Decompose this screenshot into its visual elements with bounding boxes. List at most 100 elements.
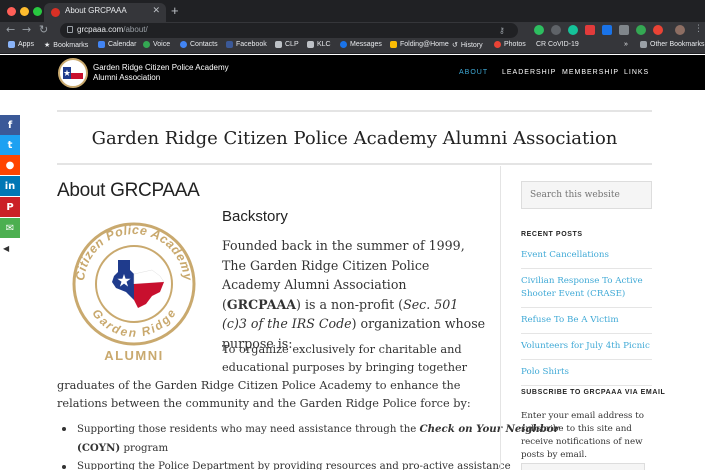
email-field[interactable] [521,463,645,470]
bookmark-folding[interactable]: Folding@Home [390,41,449,48]
browser-menu-icon[interactable]: ⋮ [694,24,703,34]
list-item: Supporting those residents who may need … [57,420,559,458]
section-heading-backstory: Backstory [222,208,288,225]
browser-tab[interactable]: About GRCPAAA ✕ [44,3,166,22]
bookmark-contacts[interactable]: Contacts [180,41,218,48]
linkedin-icon: in [4,180,16,192]
history-icon: ↺ [452,42,458,49]
recent-post-link[interactable]: Event Cancellations [521,249,652,269]
grammarly-extension-icon[interactable] [568,25,578,35]
share-facebook-button[interactable]: f [0,115,20,135]
facebook-icon [226,41,233,48]
share-reddit-button[interactable]: ● [0,155,20,175]
email-icon: ✉ [5,222,15,234]
reload-icon[interactable]: ↻ [39,23,48,36]
nav-leadership[interactable]: LEADERSHIP [502,69,556,76]
bookmark-covid[interactable]: CR CoVID-19 [536,41,579,48]
lock-icon [67,26,73,33]
site-name-line2: Alumni Association [93,73,161,82]
extension-icon[interactable] [619,25,629,35]
bookmark-facebook[interactable]: Facebook [226,41,267,48]
tab-title: About GRCPAAA [65,6,127,15]
bookmark-calendar[interactable]: Calendar [98,41,136,48]
list-item: Supporting the Police Department by prov… [57,458,511,470]
adblock-extension-icon[interactable] [585,25,595,35]
share-email-button[interactable]: ✉ [0,218,20,238]
voice-icon [143,41,150,48]
browser-tab-bar: About GRCPAAA ✕ + [0,0,705,22]
title-rule-bottom [57,163,652,165]
site-header: Garden Ridge Citizen Police Academy Alum… [0,55,705,90]
minimize-window-button[interactable] [20,7,29,16]
bookmark-messages[interactable]: Messages [340,41,382,48]
site-name[interactable]: Garden Ridge Citizen Police Academy Alum… [93,63,229,83]
messages-icon [340,41,347,48]
page-title: Garden Ridge Citizen Police Academy Alum… [91,128,618,149]
recent-posts-title: RECENT POSTS [521,231,583,238]
bookmark-clp[interactable]: CLP [275,41,299,48]
subscribe-description: Enter your email address to subscribe to… [521,411,645,460]
browser-toolbar: ← → ↻ grcpaaa.com/about/ [0,22,705,39]
site-name-line1: Garden Ridge Citizen Police Academy [93,63,229,72]
address-bar[interactable]: grcpaaa.com/about/ [60,23,518,38]
subscribe-title: SUBSCRIBE TO GRCPAAA VIA EMAIL [521,389,666,396]
bookmark-bookmarks[interactable]: ★ Bookmarks [44,41,88,50]
bookmark-photos[interactable]: Photos [494,41,526,48]
share-pinterest-button[interactable]: P [0,197,20,217]
twitter-icon: t [7,139,13,151]
recent-post-link[interactable]: Polo Shirts [521,366,652,386]
hide-share-bar-icon[interactable]: ◀ [3,244,9,253]
more-bookmarks-icon[interactable]: » [624,41,628,48]
purpose-paragraph-start: To organize exclusively for charitable a… [222,343,468,374]
evernote-extension-icon[interactable] [534,25,544,35]
notification-extension-icon[interactable] [653,25,663,35]
share-twitter-button[interactable]: t [0,135,20,155]
title-rule-top [57,110,652,112]
bookmark-klc[interactable]: KLC [307,41,331,48]
nav-links[interactable]: LINKS [624,69,649,76]
folder-icon [640,41,647,48]
texas-star-icon [63,67,83,79]
bookmarks-bar: Apps ★ Bookmarks Calendar Voice Contacts … [0,39,705,54]
facebook-icon: f [7,119,13,131]
clp-icon [275,41,282,48]
sidebar-divider [500,166,501,470]
pinterest-icon: P [6,201,14,213]
extension-icon[interactable] [551,25,561,35]
bookmark-apps[interactable]: Apps [8,41,34,48]
calendar-icon [98,41,105,48]
bookmark-history[interactable]: ↺ History [452,41,483,50]
address-url: grcpaaa.com/about/ [77,25,148,34]
extension-icon[interactable] [602,25,612,35]
reddit-icon: ● [5,159,15,171]
nav-about[interactable]: ABOUT [459,69,488,76]
new-tab-icon[interactable]: + [171,3,179,18]
extension-icon[interactable] [636,25,646,35]
bookmark-voice[interactable]: Voice [143,41,170,48]
close-window-button[interactable] [7,7,16,16]
back-icon[interactable]: ← [6,23,15,36]
profile-avatar[interactable] [675,25,685,35]
recent-posts-list: Event Cancellations Civilian Response To… [521,249,652,392]
search-input[interactable] [521,181,652,209]
purpose-list: Supporting those residents who may need … [57,420,559,470]
recent-post-link[interactable]: Volunteers for July 4th Picnic [521,340,652,360]
purpose-paragraph-end: graduates of the Garden Ridge Citizen Po… [57,379,471,410]
svg-text:ALUMNI: ALUMNI [104,348,164,363]
close-tab-icon[interactable]: ✕ [152,5,160,16]
alumni-seal-logo: Citizen Police Academy Garden Ridge ALUM… [72,222,196,363]
nav-membership[interactable]: MEMBERSHIP [562,69,619,76]
site-logo[interactable] [58,58,88,88]
contacts-icon [180,41,187,48]
intro-paragraph: Founded back in the summer of 1999, The … [222,238,486,351]
apps-grid-icon [8,41,15,48]
recent-post-link[interactable]: Civilian Response To Active Shooter Even… [521,275,652,308]
photos-icon [494,41,501,48]
bookmark-other[interactable]: Other Bookmarks [640,41,704,48]
forward-icon[interactable]: → [22,23,31,36]
recent-post-link[interactable]: Refuse To Be A Victim [521,314,652,334]
share-linkedin-button[interactable]: in [0,176,20,196]
klc-icon [307,41,314,48]
key-icon[interactable]: ⚷ [499,26,505,35]
maximize-window-button[interactable] [33,7,42,16]
